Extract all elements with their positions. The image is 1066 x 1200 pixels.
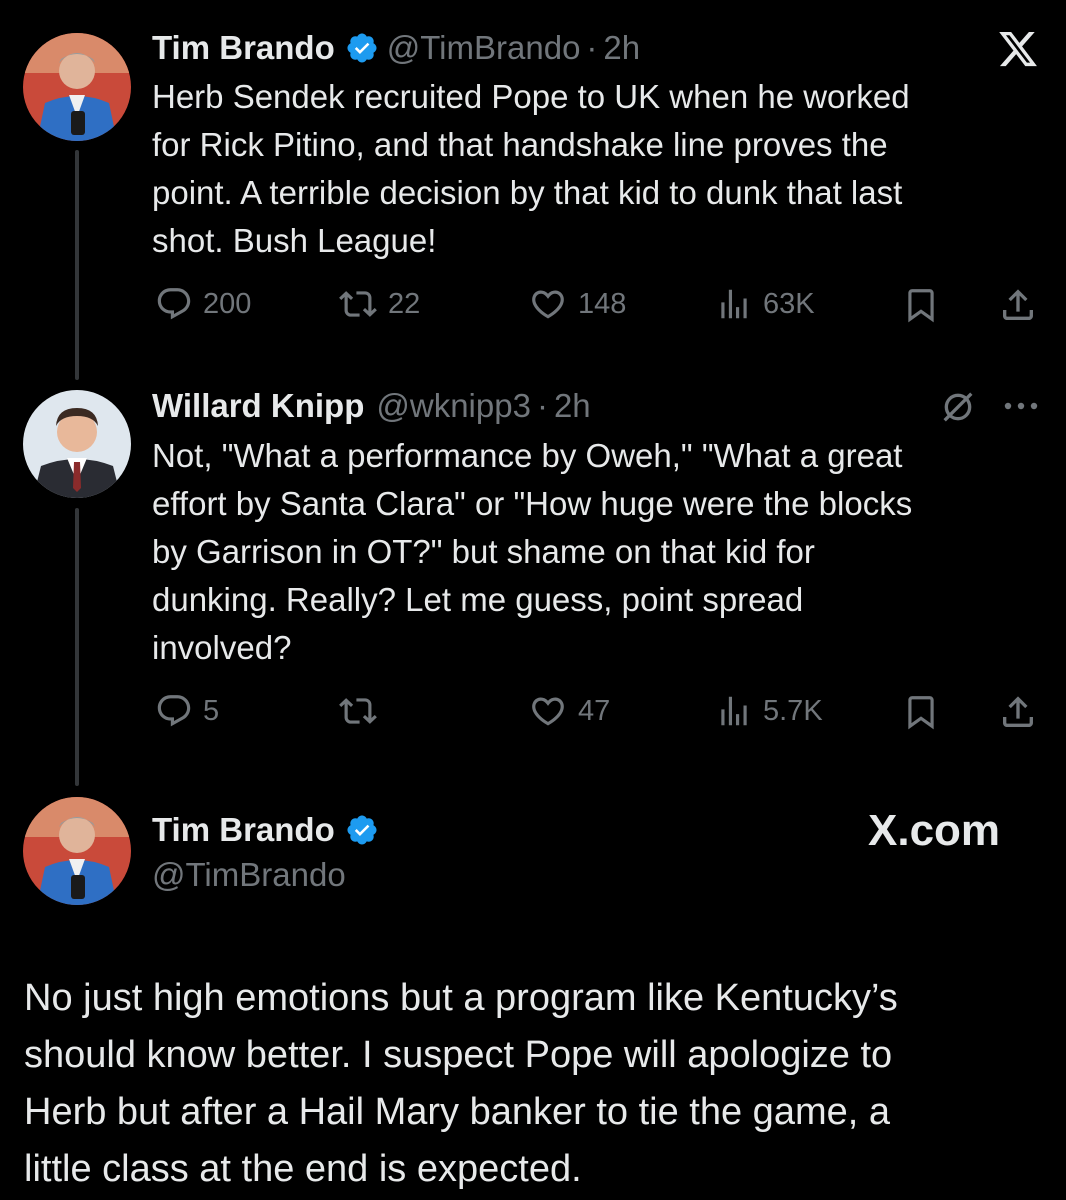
avatar[interactable] <box>23 797 131 905</box>
repost-count: 22 <box>388 287 421 320</box>
repost-icon <box>339 291 377 317</box>
views-button[interactable]: 63K <box>715 285 815 323</box>
bookmark-button[interactable] <box>902 285 940 325</box>
bookmark-icon <box>908 289 934 323</box>
avatar[interactable] <box>23 33 131 141</box>
x-com-brand: X.com <box>868 806 1001 855</box>
author-handle[interactable]: @TimBrando <box>152 856 346 894</box>
like-icon <box>532 290 564 319</box>
like-count: 47 <box>578 694 611 727</box>
views-icon <box>721 696 747 726</box>
share-icon <box>1003 696 1033 727</box>
thread-connector-2 <box>75 508 79 786</box>
author-name[interactable]: Tim Brando <box>152 29 335 67</box>
views-count: 63K <box>763 287 815 320</box>
tweet1-body: Herb Sendek recruited Pope to UK when he… <box>152 78 910 259</box>
separator-dot: · <box>536 387 548 424</box>
repost-button[interactable]: 22 <box>338 285 420 323</box>
timestamp[interactable]: 2h <box>554 387 591 425</box>
tweet3-handle-row: @TimBrando <box>152 853 346 897</box>
bookmark-icon <box>908 696 934 730</box>
repost-icon <box>339 698 377 724</box>
like-count: 148 <box>578 287 627 320</box>
author-handle[interactable]: @wknipp3 <box>376 387 531 425</box>
tweet3-header: Tim Brando <box>152 808 387 852</box>
x-logo-icon[interactable] <box>996 28 1040 70</box>
views-button[interactable]: 5.7K <box>715 692 823 730</box>
tweet2-header: Willard Knipp @wknipp3 · 2h <box>152 384 591 428</box>
reply-button[interactable]: 5 <box>155 692 219 730</box>
share-button[interactable] <box>998 285 1038 325</box>
author-name[interactable]: Willard Knipp <box>152 387 364 425</box>
reply-count: 5 <box>203 694 220 727</box>
reply-icon <box>157 695 191 727</box>
views-count: 5.7K <box>763 694 823 727</box>
tweet2-body: Not, "What a performance by Oweh," "What… <box>152 437 913 666</box>
reply-icon <box>157 288 191 320</box>
like-icon <box>532 697 564 726</box>
verified-badge-icon <box>347 815 377 845</box>
grok-icon[interactable] <box>938 387 978 427</box>
repost-button[interactable] <box>338 692 388 730</box>
reply-button[interactable]: 200 <box>155 285 251 323</box>
thread-connector-1 <box>75 150 79 380</box>
views-icon <box>721 289 747 319</box>
share-button[interactable] <box>998 692 1038 732</box>
reply-count: 200 <box>203 287 252 320</box>
author-name[interactable]: Tim Brando <box>152 811 335 849</box>
like-button[interactable]: 148 <box>528 285 626 323</box>
avatar[interactable] <box>23 390 131 498</box>
share-icon <box>1003 289 1033 320</box>
tweet3-body: No just high emotions but a program like… <box>24 977 898 1190</box>
bookmark-button[interactable] <box>902 692 940 732</box>
separator-dot: · <box>586 29 598 66</box>
more-icon[interactable] <box>1000 394 1042 418</box>
verified-badge-icon <box>347 33 377 63</box>
like-button[interactable]: 47 <box>528 692 610 730</box>
tweet1-header: Tim Brando @TimBrando · 2h <box>152 26 640 70</box>
timestamp[interactable]: 2h <box>603 29 640 67</box>
author-handle[interactable]: @TimBrando <box>387 29 581 67</box>
